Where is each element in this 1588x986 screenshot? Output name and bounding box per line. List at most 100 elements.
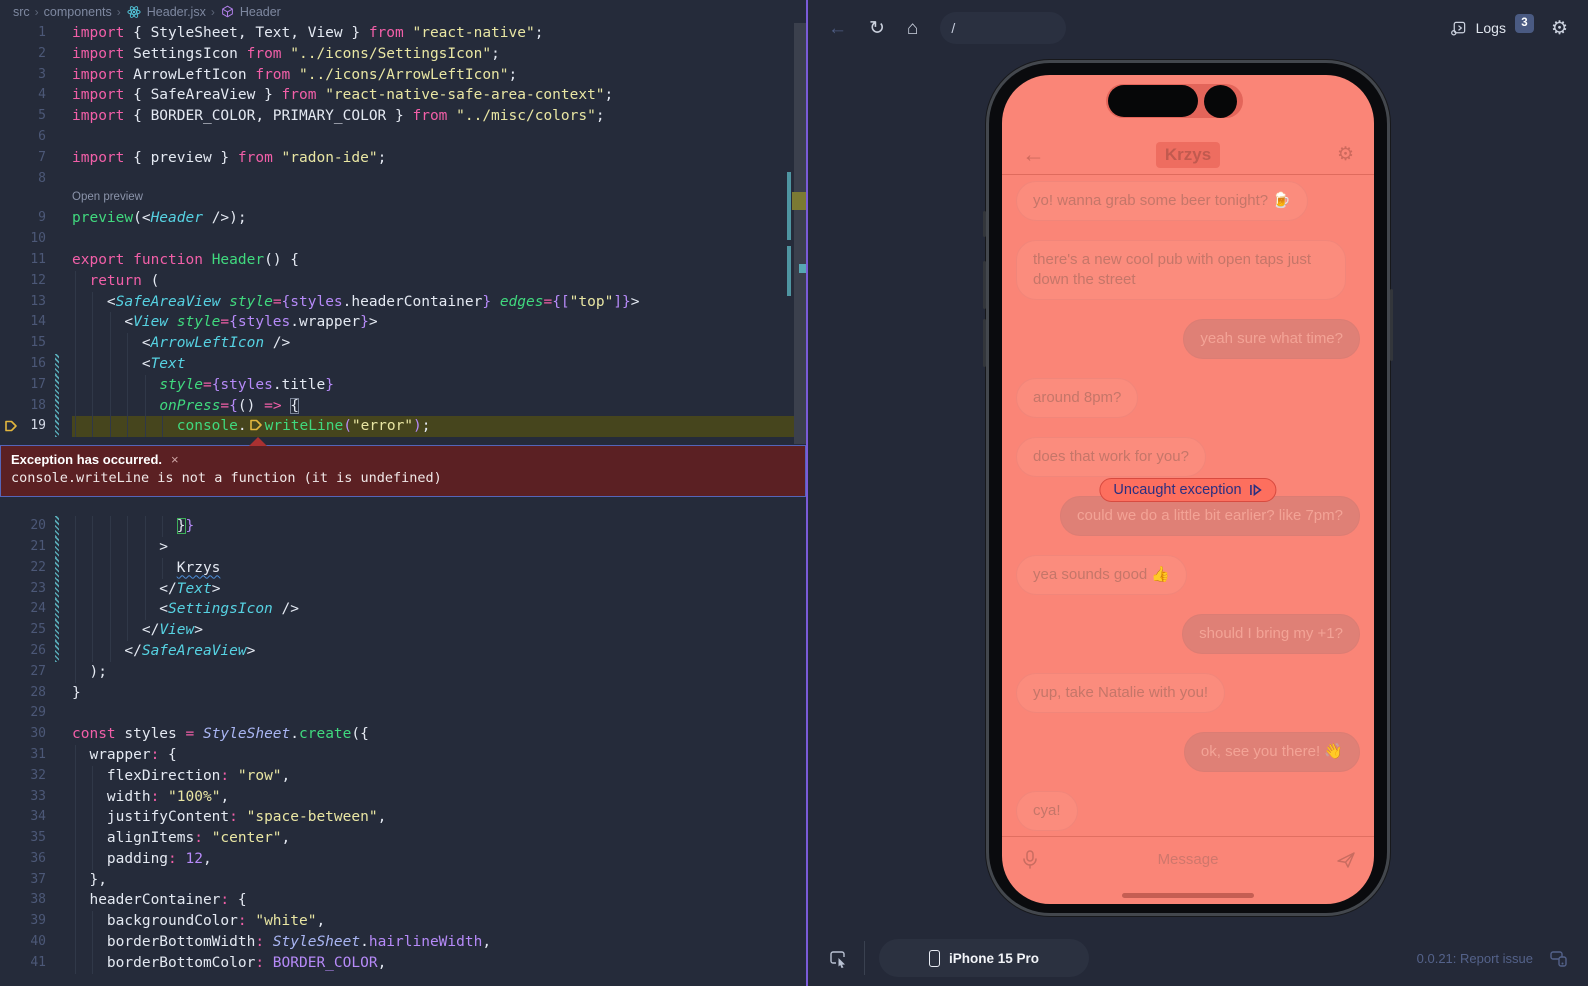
devices-icon[interactable] [1549, 949, 1568, 968]
breadcrumb: src › components › Header.jsx › He [0, 0, 806, 23]
code-line-content[interactable]: console.writeLine("error"); [72, 416, 806, 437]
indent-guide [75, 354, 76, 375]
indent-guide [75, 849, 76, 870]
device-screen[interactable]: ← Krzys ⚙ yo! wanna grab some beer tonig… [1002, 75, 1374, 904]
indent-guide [110, 416, 111, 437]
line-number: 17 [0, 375, 46, 396]
exception-title: Exception has occurred. [11, 452, 162, 467]
code-line-content[interactable]: ); [72, 662, 806, 683]
open-preview-codelens[interactable]: Open preview [72, 191, 143, 203]
code-line: 15 <ArrowLeftIcon /> [0, 333, 806, 354]
code-line-content[interactable]: </SafeAreaView> [72, 641, 806, 662]
code-line-content[interactable] [72, 127, 806, 148]
code-line-content[interactable]: import { StyleSheet, Text, View } from "… [72, 23, 806, 44]
message-input-placeholder: Message [1002, 851, 1374, 868]
code-line-content[interactable]: flexDirection: "row", [72, 766, 806, 787]
breadcrumb-item-src[interactable]: src [13, 5, 30, 19]
indent-guide [75, 787, 76, 808]
editor-scrollbar-thumb[interactable] [794, 23, 806, 444]
indent-guide [145, 579, 146, 600]
code-line-content[interactable]: borderBottomColor: BORDER_COLOR, [72, 953, 806, 974]
home-icon[interactable]: ⌂ [907, 19, 918, 38]
breadcrumb-item-components[interactable]: components [44, 5, 112, 19]
code-line: 36 padding: 12, [0, 849, 806, 870]
code-line-content[interactable]: import SettingsIcon from "../icons/Setti… [72, 44, 806, 65]
code-line-content[interactable]: }} [72, 516, 806, 537]
code-line-content[interactable]: import { SafeAreaView } from "react-nati… [72, 85, 806, 106]
code-line: 18 onPress={() => { [0, 396, 806, 417]
breadcrumb-item-symbol[interactable]: Header [240, 5, 281, 19]
code-line-content[interactable]: <Text [72, 354, 806, 375]
debug-current-line-icon [4, 419, 18, 438]
code-line-content[interactable]: > [72, 537, 806, 558]
indent-guide [92, 416, 93, 437]
chat-bubble: does that work for you? [1016, 437, 1206, 477]
code-line-content[interactable]: justifyContent: "space-between", [72, 807, 806, 828]
code-line-content[interactable]: <ArrowLeftIcon /> [72, 333, 806, 354]
back-icon[interactable]: ← [828, 19, 847, 38]
report-issue-link[interactable]: 0.0.21: Report issue [1417, 951, 1533, 966]
message-input-bar[interactable]: Message [1002, 836, 1374, 882]
logs-icon[interactable] [1450, 20, 1467, 37]
code-line-content[interactable]: width: "100%", [72, 787, 806, 808]
code-line-content[interactable]: style={styles.title} [72, 375, 806, 396]
indent-guide [145, 599, 146, 620]
indent-guide [127, 375, 128, 396]
code-line-content[interactable]: Krzys [72, 558, 806, 579]
exception-close-icon[interactable]: × [171, 452, 179, 467]
code-line: 21 > [0, 537, 806, 558]
code-line-content[interactable]: </View> [72, 620, 806, 641]
logs-button[interactable]: Logs [1476, 20, 1506, 36]
inspected-element-highlight: Krzys [1156, 142, 1220, 168]
line-number: 12 [0, 271, 46, 292]
breadcrumb-item-file[interactable]: Header.jsx [147, 5, 206, 19]
exception-widget: Exception has occurred.×console.writeLin… [0, 445, 806, 497]
code-line-content[interactable]: } [72, 683, 806, 704]
code-line-content[interactable]: padding: 12, [72, 849, 806, 870]
code-line-content[interactable]: <SafeAreaView style={styles.headerContai… [72, 292, 806, 313]
code-line-content[interactable] [72, 703, 806, 724]
line-number: 10 [0, 229, 46, 250]
code-line-content[interactable]: backgroundColor: "white", [72, 911, 806, 932]
react-icon [127, 5, 141, 19]
settings-gear-icon[interactable]: ⚙ [1551, 17, 1568, 40]
chat-bubble: around 8pm? [1016, 378, 1138, 418]
inspect-element-icon[interactable] [828, 949, 848, 968]
code-line: 38 headerContainer: { [0, 890, 806, 911]
code-line-content[interactable]: import { BORDER_COLOR, PRIMARY_COLOR } f… [72, 106, 806, 127]
url-input[interactable]: / [940, 12, 1066, 44]
code-line-content[interactable]: borderBottomWidth: StyleSheet.hairlineWi… [72, 932, 806, 953]
code-line-content[interactable]: headerContainer: { [72, 890, 806, 911]
line-number: 6 [0, 127, 46, 148]
chat-message-list: yo! wanna grab some beer tonight? 🍺there… [1016, 181, 1360, 831]
line-number: 14 [0, 312, 46, 333]
code-line-content[interactable]: onPress={() => { [72, 396, 806, 417]
overview-ruler-modified-mark [787, 246, 791, 296]
code-line-content[interactable]: <View style={styles.wrapper}> [72, 312, 806, 333]
code-line-content[interactable]: import { preview } from "radon-ide"; [72, 148, 806, 169]
indent-guide [75, 271, 76, 292]
code-line-content[interactable]: import ArrowLeftIcon from "../icons/Arro… [72, 65, 806, 86]
code-line-content[interactable]: }, [72, 870, 806, 891]
uncaught-exception-button[interactable]: Uncaught exception [1099, 478, 1276, 502]
reload-icon[interactable]: ↻ [869, 19, 885, 38]
indent-guide [92, 599, 93, 620]
indent-guide [127, 416, 128, 437]
code-line-content[interactable]: alignItems: "center", [72, 828, 806, 849]
code-line-content[interactable]: preview(<Header />); [72, 208, 806, 229]
power-button [1390, 289, 1393, 361]
indent-guide [75, 641, 76, 662]
code-line-content[interactable]: <SettingsIcon /> [72, 599, 806, 620]
indent-guide [127, 396, 128, 417]
line-number: 36 [0, 849, 46, 870]
code-line-content[interactable]: const styles = StyleSheet.create({ [72, 724, 806, 745]
device-selector[interactable]: iPhone 15 Pro [879, 939, 1089, 977]
code-line: 10 [0, 229, 806, 250]
code-line-content[interactable] [72, 229, 806, 250]
code-line-content[interactable]: export function Header() { [72, 250, 806, 271]
code-line-content[interactable]: </Text> [72, 579, 806, 600]
code-line-content[interactable]: wrapper: { [72, 745, 806, 766]
code-editor: src › components › Header.jsx › He [0, 0, 806, 986]
code-line-content[interactable]: return ( [72, 271, 806, 292]
code-line-content[interactable] [72, 169, 806, 190]
